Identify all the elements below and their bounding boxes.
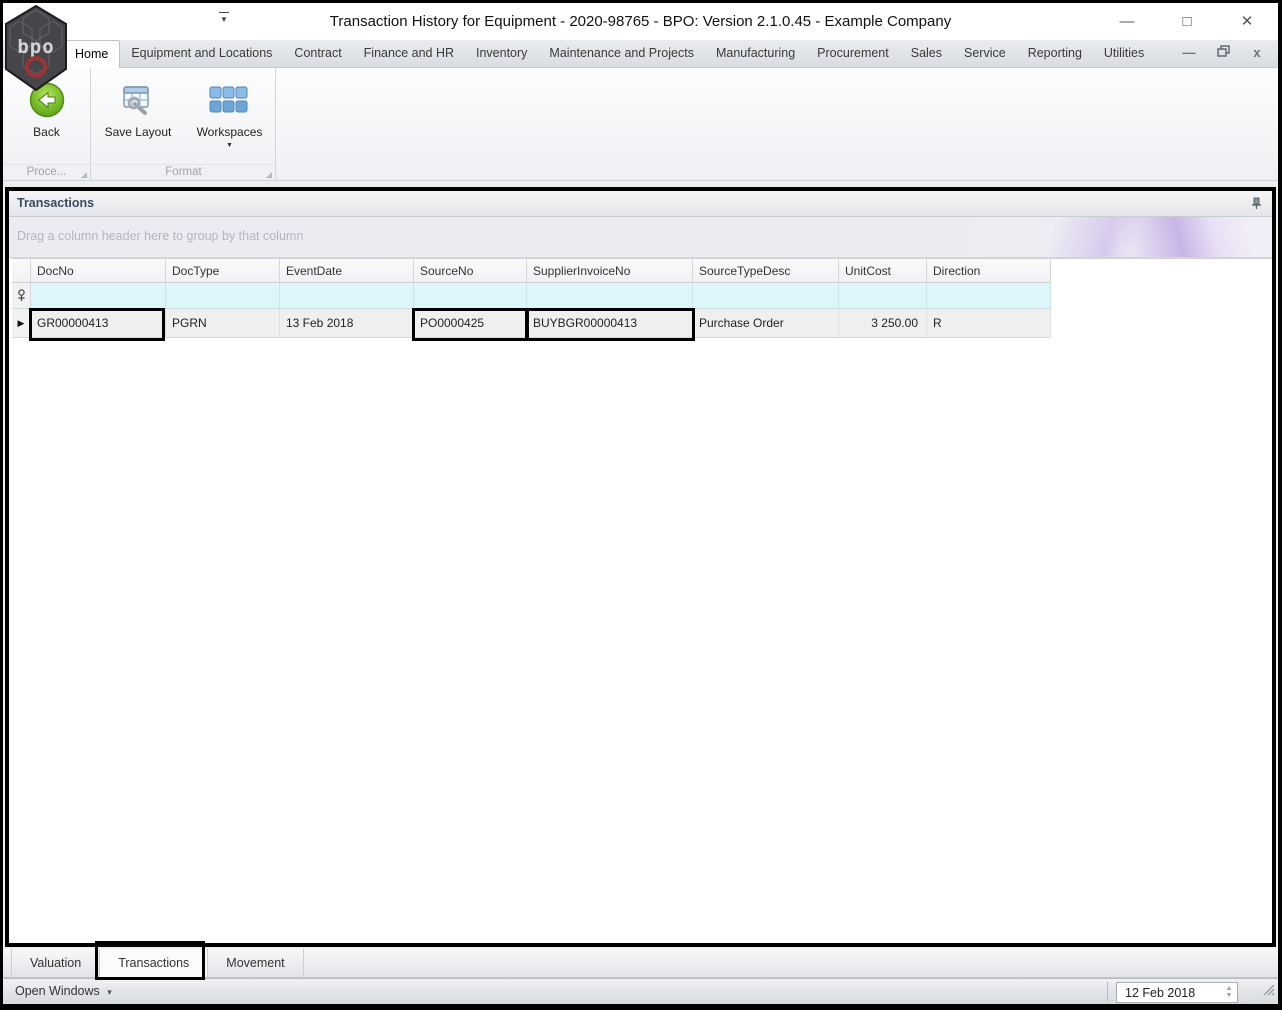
header-indicator-cell <box>12 259 31 283</box>
column-header-supplierinvoiceno[interactable]: SupplierInvoiceNo <box>527 259 693 283</box>
filter-cell-sourceno[interactable] <box>414 283 527 309</box>
tab-equipment-and-locations[interactable]: Equipment and Locations <box>120 40 283 68</box>
window-controls: — □ ✕ <box>1114 9 1260 33</box>
tab-contract[interactable]: Contract <box>283 40 352 68</box>
cell-doctype[interactable]: PGRN <box>166 309 280 338</box>
cell-docno[interactable]: GR00000413 <box>31 309 166 338</box>
open-windows-label: Open Windows <box>15 984 100 998</box>
bottom-tab-strip: Valuation Transactions Movement <box>3 949 1278 978</box>
workspaces-icon <box>209 86 248 113</box>
tab-inventory[interactable]: Inventory <box>465 40 538 68</box>
close-button[interactable]: ✕ <box>1234 9 1260 33</box>
panel-title: Transactions <box>17 196 95 210</box>
tab-home[interactable]: Home <box>63 40 121 68</box>
tab-valuation[interactable]: Valuation <box>11 949 101 977</box>
mdi-minimize-button[interactable]: — <box>1180 45 1198 60</box>
cell-sourcetypedesc[interactable]: Purchase Order <box>693 309 839 338</box>
date-value: 12 Feb 2018 <box>1125 985 1196 1000</box>
workspaces-dropdown-icon: ▼ <box>226 142 233 149</box>
status-bar: Open Windows ▾ 12 Feb 2018 ▲ ▼ <box>3 978 1278 1004</box>
mdi-restore-button[interactable] <box>1214 45 1232 60</box>
cell-unitcost[interactable]: 3 250.00 <box>839 309 927 338</box>
cell-supplierinvoiceno[interactable]: BUYBGR00000413 <box>527 309 693 338</box>
restore-icon <box>1216 45 1230 57</box>
ribbon-group-format: Save Layout Workspaces ▼ Format <box>92 68 276 181</box>
decorative-swoosh <box>932 217 1272 257</box>
grid-filter-row <box>12 283 1272 309</box>
column-header-eventdate[interactable]: EventDate <box>280 259 414 283</box>
column-header-sourceno[interactable]: SourceNo <box>414 259 527 283</box>
ribbon-tabs: Home Equipment and Locations Contract Fi… <box>63 40 1155 68</box>
grid-header-row: DocNo DocType EventDate SourceNo Supplie… <box>12 258 1272 283</box>
row-indicator-arrow-icon: ▶ <box>17 318 25 328</box>
filter-row-indicator <box>12 283 31 309</box>
save-layout-icon <box>123 86 149 115</box>
ribbon-tab-row: Home Equipment and Locations Contract Fi… <box>3 40 1278 68</box>
pin-icon[interactable] <box>1251 197 1262 215</box>
save-layout-button[interactable]: Save Layout <box>104 72 172 139</box>
panel-header: Transactions <box>9 191 1272 217</box>
column-header-direction[interactable]: Direction <box>927 259 1051 283</box>
filter-cell-doctype[interactable] <box>166 283 280 309</box>
window-title: Transaction History for Equipment - 2020… <box>329 13 952 30</box>
tab-procurement[interactable]: Procurement <box>806 40 900 68</box>
transactions-panel: Transactions Drag a column header here t… <box>5 187 1276 947</box>
minimize-button[interactable]: — <box>1114 9 1140 33</box>
cell-direction[interactable]: R <box>927 309 1051 338</box>
date-spin-buttons: ▲ ▼ <box>1221 985 1237 999</box>
back-button-label: Back <box>33 125 60 139</box>
filter-cell-unitcost[interactable] <box>839 283 927 309</box>
dropdown-glyph: ▼ <box>220 15 228 24</box>
group-by-hint: Drag a column header here to group by th… <box>17 229 304 243</box>
tab-maintenance-and-projects[interactable]: Maintenance and Projects <box>538 40 705 68</box>
resize-grip-icon[interactable] <box>1262 983 1275 1001</box>
tab-utilities[interactable]: Utilities <box>1093 40 1155 68</box>
ribbon-body: Back Proce... Save Layout Workspaces ▼ F… <box>3 68 1278 181</box>
column-header-unitcost[interactable]: UnitCost <box>839 259 927 283</box>
cell-sourceno[interactable]: PO0000425 <box>414 309 527 338</box>
mdi-window-controls: — x <box>1180 45 1266 60</box>
tab-movement[interactable]: Movement <box>208 949 304 977</box>
filter-cell-docno[interactable] <box>31 283 166 309</box>
spin-down-icon[interactable]: ▼ <box>1226 992 1233 999</box>
filter-cell-supplierinvoiceno[interactable] <box>527 283 693 309</box>
bpo-logo-icon: bpo <box>5 5 67 91</box>
group-by-bar[interactable]: Drag a column header here to group by th… <box>9 217 1272 258</box>
quick-access-dropdown-icon[interactable]: ▼ <box>215 12 233 24</box>
ribbon-group-process-label: Proce... <box>3 164 90 181</box>
chevron-down-icon: ▾ <box>107 987 112 997</box>
row-indicator: ▶ <box>12 309 31 338</box>
mdi-close-button[interactable]: x <box>1248 45 1266 60</box>
tab-sales[interactable]: Sales <box>900 40 953 68</box>
title-bar: ▼ Transaction History for Equipment - 20… <box>3 3 1278 40</box>
filter-pin-icon <box>17 289 25 301</box>
group-grip-icon[interactable] <box>81 172 87 178</box>
tab-service[interactable]: Service <box>953 40 1017 68</box>
status-separator <box>1107 982 1108 1001</box>
column-header-docno[interactable]: DocNo <box>31 259 166 283</box>
svg-text:bpo: bpo <box>17 36 54 58</box>
ribbon-group-format-label: Format <box>92 164 275 181</box>
tab-reporting[interactable]: Reporting <box>1017 40 1093 68</box>
transactions-grid: DocNo DocType EventDate SourceNo Supplie… <box>9 258 1272 338</box>
group-grip-icon[interactable] <box>266 172 272 178</box>
column-header-doctype[interactable]: DocType <box>166 259 280 283</box>
table-row: ▶ GR00000413 PGRN 13 Feb 2018 PO0000425 … <box>12 309 1272 338</box>
date-spinner[interactable]: 12 Feb 2018 ▲ ▼ <box>1116 982 1238 1003</box>
filter-cell-direction[interactable] <box>927 283 1051 309</box>
tab-finance-and-hr[interactable]: Finance and HR <box>353 40 465 68</box>
filter-cell-sourcetypedesc[interactable] <box>693 283 839 309</box>
open-windows-dropdown[interactable]: Open Windows ▾ <box>15 984 112 998</box>
save-layout-label: Save Layout <box>104 125 172 139</box>
maximize-button[interactable]: □ <box>1174 9 1200 33</box>
tab-manufacturing[interactable]: Manufacturing <box>705 40 806 68</box>
workspaces-button[interactable]: Workspaces ▼ <box>196 72 263 149</box>
cell-eventdate[interactable]: 13 Feb 2018 <box>280 309 414 338</box>
workspaces-label: Workspaces <box>196 125 263 139</box>
column-header-sourcetypedesc[interactable]: SourceTypeDesc <box>693 259 839 283</box>
filter-cell-eventdate[interactable] <box>280 283 414 309</box>
tab-transactions[interactable]: Transactions <box>100 949 209 977</box>
